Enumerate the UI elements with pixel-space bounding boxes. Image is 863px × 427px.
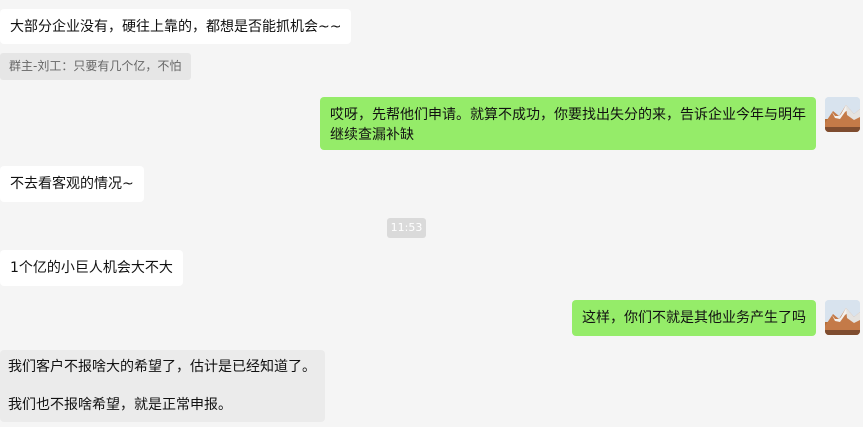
outgoing-message-bubble[interactable]: 哎呀，先帮他们申请。就算不成功，你要找出失分的来，告诉企业今年与明年 继续查漏补… xyxy=(320,97,816,150)
user-avatar[interactable] xyxy=(825,300,860,335)
incoming-message-bubble[interactable]: 大部分企业没有，硬往上靠的，都想是否能抓机会~~ xyxy=(0,9,352,44)
mountain-icon xyxy=(825,300,860,335)
quoted-message[interactable]: 群主-刘工：只要有几个亿，不怕 xyxy=(0,53,192,80)
message-text: 这样，你们不就是其他业务产生了吗 xyxy=(582,310,806,326)
incoming-message-bubble[interactable]: 我们客户不报啥大的希望了，估计是已经知道了。 我们也不报啥希望，就是正常申报。 xyxy=(0,350,325,422)
message-text-line: 哎呀，先帮他们申请。就算不成功，你要找出失分的来，告诉企业今年与明年 xyxy=(330,107,806,123)
incoming-message-bubble[interactable]: 1个亿的小巨人机会大不大 xyxy=(0,250,183,286)
quoted-text: 群主-刘工：只要有几个亿，不怕 xyxy=(9,59,182,73)
timestamp: 11:53 xyxy=(387,218,426,238)
message-text: 1个亿的小巨人机会大不大 xyxy=(10,260,173,276)
message-text: 大部分企业没有，硬往上靠的，都想是否能抓机会~~ xyxy=(10,19,342,35)
message-text-line: 我们也不报啥希望，就是正常申报。 xyxy=(8,397,232,413)
message-text-line: 我们客户不报啥大的希望了，估计是已经知道了。 xyxy=(8,359,316,375)
mountain-icon xyxy=(825,97,860,132)
message-text: 不去看客观的情况~ xyxy=(10,176,134,192)
message-text-line: 继续查漏补缺 xyxy=(330,127,414,143)
user-avatar[interactable] xyxy=(825,97,860,132)
outgoing-message-bubble[interactable]: 这样，你们不就是其他业务产生了吗 xyxy=(572,300,816,336)
chat-window: 大部分企业没有，硬往上靠的，都想是否能抓机会~~ 群主-刘工：只要有几个亿，不怕… xyxy=(0,0,863,427)
incoming-message-bubble[interactable]: 不去看客观的情况~ xyxy=(0,166,144,202)
